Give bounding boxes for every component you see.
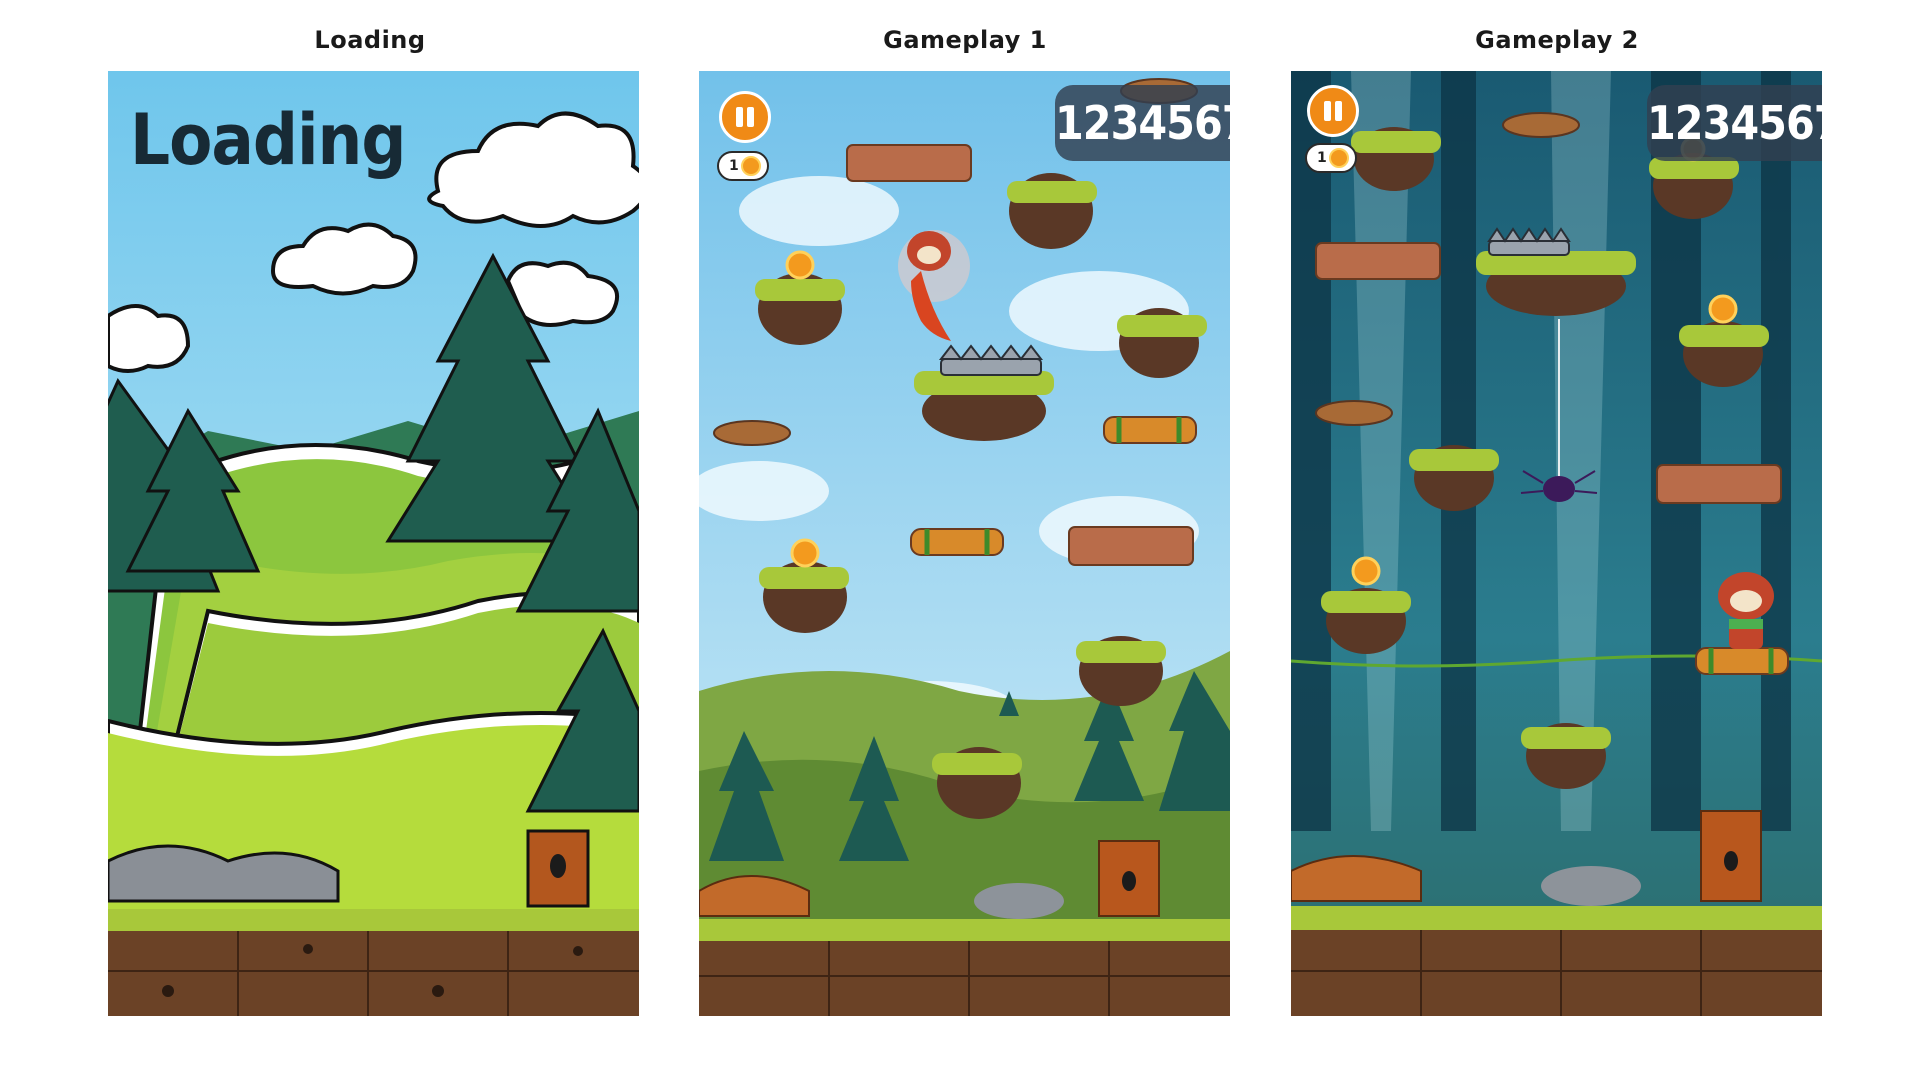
gameplay-2-screen: 1 1234567 <box>1291 71 1822 1016</box>
gameplay-2-scene <box>1291 71 1822 1016</box>
caption-gameplay-2: Gameplay 2 <box>1475 26 1639 54</box>
pause-button[interactable] <box>719 91 771 143</box>
score-display: 1234567 <box>1055 85 1230 161</box>
loading-text: Loading <box>130 99 406 181</box>
gameplay-1-screen: 1 1234567 <box>699 71 1230 1016</box>
loading-screen: Loading <box>108 71 639 1016</box>
score-display: 1234567 <box>1647 85 1822 161</box>
coin-counter: 1 <box>1305 143 1357 173</box>
pause-button[interactable] <box>1307 85 1359 137</box>
caption-gameplay-1: Gameplay 1 <box>883 26 1047 54</box>
coin-counter: 1 <box>717 151 769 181</box>
loading-scene <box>108 71 639 1016</box>
coin-icon <box>741 156 761 176</box>
coin-count: 1 <box>1317 150 1327 166</box>
gameplay-1-scene <box>699 71 1230 1016</box>
caption-loading: Loading <box>314 26 426 54</box>
coin-count: 1 <box>729 158 739 174</box>
coin-icon <box>1329 148 1349 168</box>
